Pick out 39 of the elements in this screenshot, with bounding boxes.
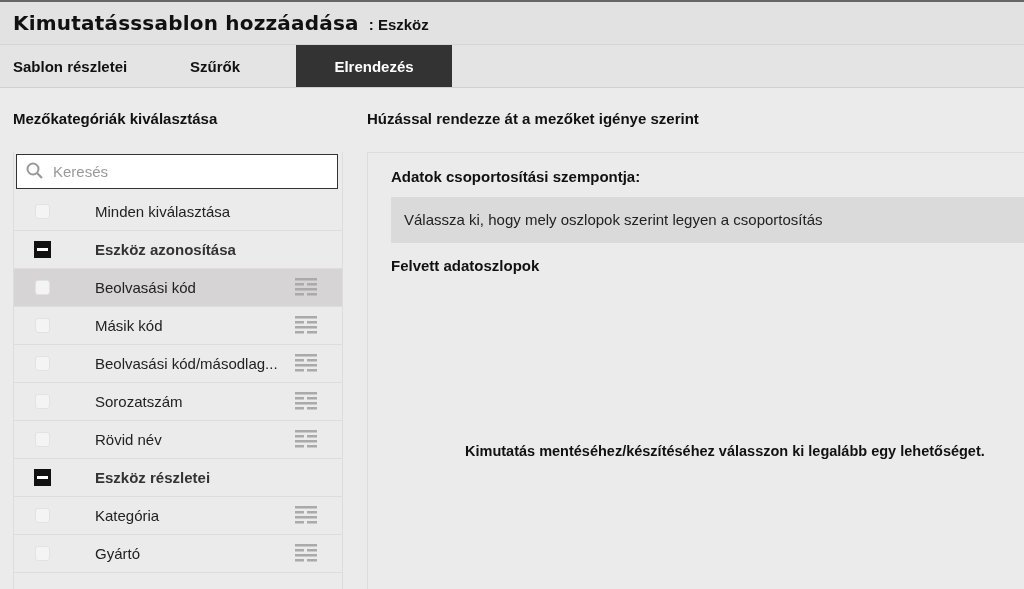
field-item[interactable]: Kategória bbox=[14, 497, 342, 535]
drag-handle-icon[interactable] bbox=[295, 506, 317, 526]
field-label: Beolvasási kód/másodlag... bbox=[95, 355, 278, 372]
tab[interactable]: Sablon részletei bbox=[0, 45, 155, 87]
field-item[interactable]: Sorozatszám bbox=[14, 383, 342, 421]
select-all-label: Minden kiválasztása bbox=[95, 203, 231, 220]
group-label: Eszköz azonosítása bbox=[95, 241, 236, 258]
panel-heading: Húzással rendezze át a mezőket igénye szerint bbox=[367, 109, 700, 129]
field-label: Rövid név bbox=[95, 431, 162, 448]
field-label: Beolvasási kód bbox=[95, 279, 196, 296]
field-label: Kategória bbox=[95, 507, 160, 524]
drag-handle-icon[interactable] bbox=[295, 316, 317, 336]
validation-message: Kimutatás mentéséhez/készítéséhez válasszon ki legalább egy lehetőséget. bbox=[465, 443, 985, 459]
drag-handle-icon[interactable] bbox=[295, 430, 317, 450]
window-title: Kimutatásssablon hozzáadása bbox=[13, 11, 359, 35]
field-item[interactable]: Másik kód bbox=[14, 307, 342, 345]
collapse-icon[interactable] bbox=[34, 469, 51, 486]
search-field[interactable]: Keresés bbox=[16, 154, 338, 189]
tab[interactable]: Szűrők bbox=[155, 45, 296, 87]
group-by-label: Adatok csoportosítási szempontja: bbox=[391, 168, 642, 185]
tab[interactable]: Elrendezés bbox=[296, 45, 452, 87]
window-subtitle: : Eszköz bbox=[368, 15, 429, 33]
group-by-field[interactable]: Válassza ki, hogy mely oszlopok szerint legyen a csoportosítás bbox=[391, 197, 1024, 243]
field-item[interactable]: Beolvasási kód/másodlag... bbox=[14, 345, 342, 383]
drag-handle-icon[interactable] bbox=[295, 392, 317, 412]
field-item[interactable]: Gyártó bbox=[14, 535, 342, 573]
field-item[interactable]: Rövid név bbox=[14, 421, 342, 459]
drag-handle-icon[interactable] bbox=[295, 354, 317, 374]
field-item[interactable]: Beolvasási kód bbox=[14, 269, 342, 307]
field-label: Sorozatszám bbox=[95, 393, 183, 410]
group-label: Eszköz részletei bbox=[95, 469, 211, 486]
field-label: Gyártó bbox=[95, 545, 140, 562]
field-label: Másik kód bbox=[95, 317, 163, 334]
drag-handle-icon[interactable] bbox=[295, 544, 317, 564]
checkbox[interactable] bbox=[35, 280, 50, 295]
panel-heading: Mezőkategóriák kiválasztása bbox=[13, 109, 219, 129]
collapse-icon[interactable] bbox=[34, 241, 51, 258]
columns-label: Felvett adatoszlopok bbox=[391, 257, 541, 274]
drag-handle-icon[interactable] bbox=[295, 278, 317, 298]
